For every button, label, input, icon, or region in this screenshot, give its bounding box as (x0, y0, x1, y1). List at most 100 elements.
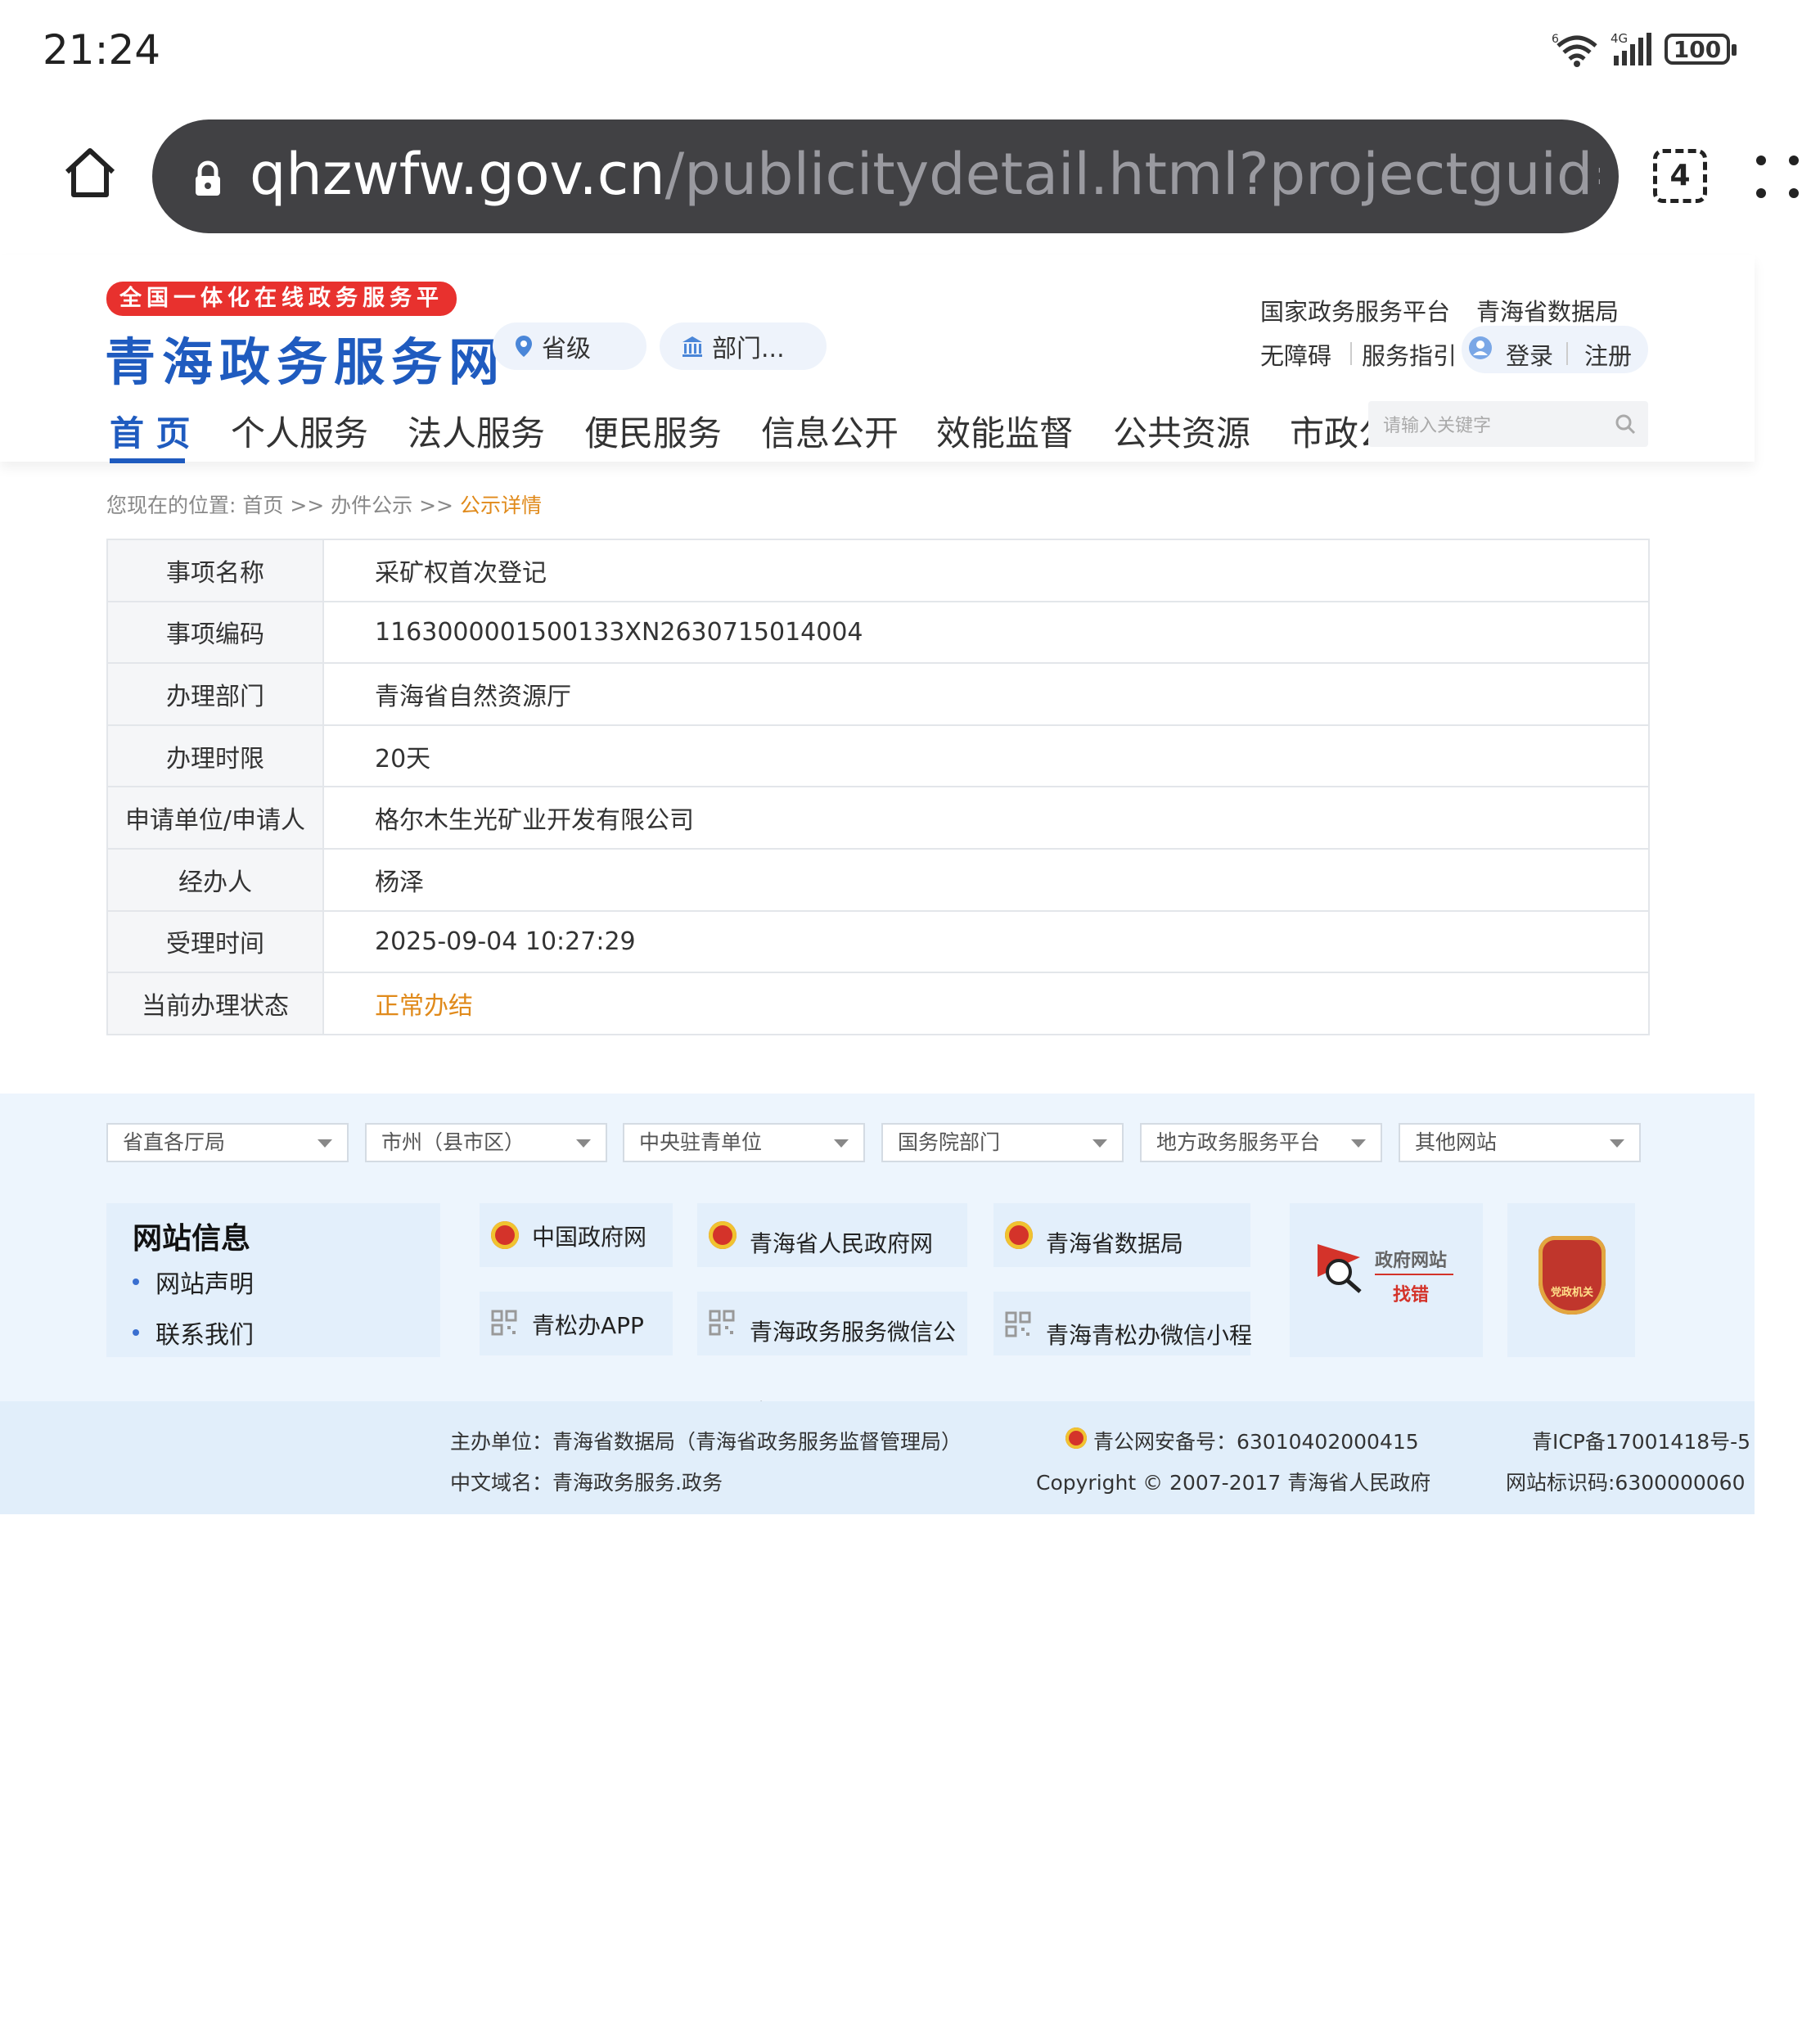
row-label: 当前办理状态 (106, 972, 324, 1035)
site-statement-link[interactable]: 网站声明 (155, 1264, 254, 1300)
user-icon (1469, 336, 1492, 359)
row-value: 杨泽 (322, 847, 1650, 912)
divider (1566, 342, 1568, 365)
department-selector[interactable]: 部门... (660, 322, 827, 370)
nav-personal-services[interactable]: 个人服务 (231, 406, 368, 456)
row-value: 20天 (322, 724, 1650, 788)
row-label: 申请单位/申请人 (106, 786, 324, 850)
breadcrumb-current: 公示详情 (459, 494, 542, 517)
select-label: 地方政务服务平台 (1156, 1130, 1321, 1154)
icp-record[interactable]: 青ICP备17001418号-5 (1532, 1426, 1750, 1455)
service-guide-link[interactable]: 服务指引 (1362, 337, 1457, 372)
accessibility-link[interactable]: 无障碍 (1260, 337, 1331, 372)
status-time: 21:24 (43, 26, 161, 74)
home-button[interactable] (62, 144, 118, 201)
contact-us-link[interactable]: 联系我们 (155, 1315, 254, 1351)
platform-badge: 全国一体化在线政务服务平台 (106, 282, 457, 345)
more-dots-icon (1756, 156, 1799, 198)
breadcrumb-path[interactable]: 您现在的位置: 首页 >> 办件公示 >> (106, 494, 460, 517)
select-label: 国务院部门 (898, 1130, 1001, 1154)
department-label: 部门... (712, 335, 785, 363)
national-emblem-icon (491, 1221, 519, 1249)
site-info-title: 网站信息 (133, 1222, 251, 1256)
row-label: 办理时限 (106, 724, 324, 788)
select-local-platforms[interactable]: 地方政务服务平台 (1140, 1123, 1382, 1162)
status-value: 正常办结 (322, 972, 1650, 1035)
row-label: 受理时间 (106, 909, 324, 974)
row-value: 采矿权首次登记 (322, 539, 1650, 602)
search-icon[interactable] (1614, 413, 1637, 435)
bullet (133, 1329, 139, 1336)
chevron-down-icon (1610, 1139, 1624, 1148)
copyright: Copyright © 2007-2017 青海省人民政府 (1036, 1471, 1431, 1495)
register-link[interactable]: 注册 (1584, 337, 1632, 372)
data-bureau-link[interactable]: 青海省数据局 (1476, 293, 1619, 327)
select-state-council-departments[interactable]: 国务院部门 (881, 1123, 1124, 1162)
magnifier-flag-icon (1318, 1244, 1362, 1293)
national-emblem-icon (709, 1221, 737, 1249)
table-row: 办理部门 青海省自然资源厅 (106, 662, 1650, 726)
table-row: 事项编码 1163000001500133XN2630715014004 (106, 600, 1650, 665)
row-value: 2025-09-04 10:27:29 (322, 909, 1650, 974)
national-platform-link[interactable]: 国家政务服务平台 (1260, 293, 1450, 327)
find-error-line2: 找错 (1393, 1285, 1430, 1306)
link-label: 青松办APP (532, 1312, 644, 1339)
battery-level: 100 (1673, 35, 1722, 63)
row-label: 办理部门 (106, 662, 324, 726)
chevron-down-icon (1092, 1139, 1107, 1148)
login-link[interactable]: 登录 (1506, 337, 1553, 372)
table-row: 办理时限 20天 (106, 724, 1650, 788)
national-emblem-icon (1005, 1221, 1033, 1249)
publicity-detail-table: 事项名称 采矿权首次登记 事项编码 1163000001500133XN263071… (106, 539, 1650, 1035)
nav-municipal[interactable]: 市政公 (1290, 406, 1368, 455)
select-other-sites[interactable]: 其他网站 (1399, 1123, 1641, 1162)
party-gov-badge: 党政机关 (1538, 1236, 1606, 1315)
table-row: 当前办理状态 正常办结 (106, 972, 1650, 1035)
row-label: 经办人 (106, 847, 324, 912)
status-bar: 21:24 6 4G 100 (0, 0, 1820, 106)
select-label: 其他网站 (1415, 1130, 1498, 1154)
url-path: /publicitydetail.html?projectguid=8dafae… (664, 141, 1600, 208)
chevron-down-icon (318, 1139, 332, 1148)
select-central-units[interactable]: 中央驻青单位 (623, 1123, 865, 1162)
link-label: 青海省数据局 (1046, 1230, 1184, 1257)
breadcrumb: 您现在的位置: 首页 >> 办件公示 >> 公示详情 (106, 489, 542, 519)
home-icon (65, 148, 115, 197)
building-icon (682, 336, 702, 357)
select-provincial-departments[interactable]: 省直各厅局 (106, 1123, 349, 1162)
signal-icon: 4G (1611, 31, 1651, 65)
wifi-icon: 6 (1552, 33, 1597, 67)
nav-public-resources[interactable]: 公共资源 (1113, 406, 1250, 456)
nav-information-disclosure[interactable]: 信息公开 (761, 406, 899, 456)
table-row: 申请单位/申请人 格尔木生光矿业开发有限公司 (106, 786, 1650, 850)
nav-corporate-services[interactable]: 法人服务 (408, 406, 545, 456)
location-pin-icon (516, 336, 532, 357)
region-selector[interactable]: 省级 (493, 322, 646, 370)
chevron-down-icon (1351, 1139, 1366, 1148)
bullet (133, 1279, 139, 1285)
menu-button[interactable] (1755, 154, 1800, 200)
nav-convenience-services[interactable]: 便民服务 (584, 406, 722, 456)
link-label: 青海政务服务微信公 (750, 1319, 957, 1346)
url-host: qhzwfw.gov.cn (250, 141, 665, 208)
divider (1350, 342, 1352, 365)
find-error-line1: 政府网站 (1375, 1251, 1448, 1271)
row-value: 格尔木生光矿业开发有限公司 (322, 786, 1650, 850)
footer-copyright-band (0, 1401, 1755, 1514)
row-value: 1163000001500133XN2630715014004 (322, 600, 1650, 665)
select-prefectures[interactable]: 市州（县市区） (365, 1123, 607, 1162)
region-label: 省级 (542, 335, 591, 363)
site-id-code: 网站标识码:6300000060 (1506, 1471, 1746, 1495)
party-gov-badge-text: 党政机关 (1550, 1287, 1593, 1299)
chevron-down-icon (576, 1139, 591, 1148)
row-label: 事项编码 (106, 600, 324, 665)
tabs-button[interactable]: 4 (1653, 149, 1707, 203)
url-text: qhzwfw.gov.cn/publicitydetail.html?proje… (250, 141, 1600, 208)
row-label: 事项名称 (106, 539, 324, 602)
nav-active-indicator (110, 458, 185, 463)
select-label: 中央驻青单位 (639, 1130, 763, 1154)
row-value: 青海省自然资源厅 (322, 662, 1650, 726)
nav-home[interactable]: 首 页 (110, 406, 191, 456)
site-logo-title[interactable]: 青海政务服务网 (105, 321, 506, 395)
nav-efficiency-supervision[interactable]: 效能监督 (936, 406, 1074, 456)
